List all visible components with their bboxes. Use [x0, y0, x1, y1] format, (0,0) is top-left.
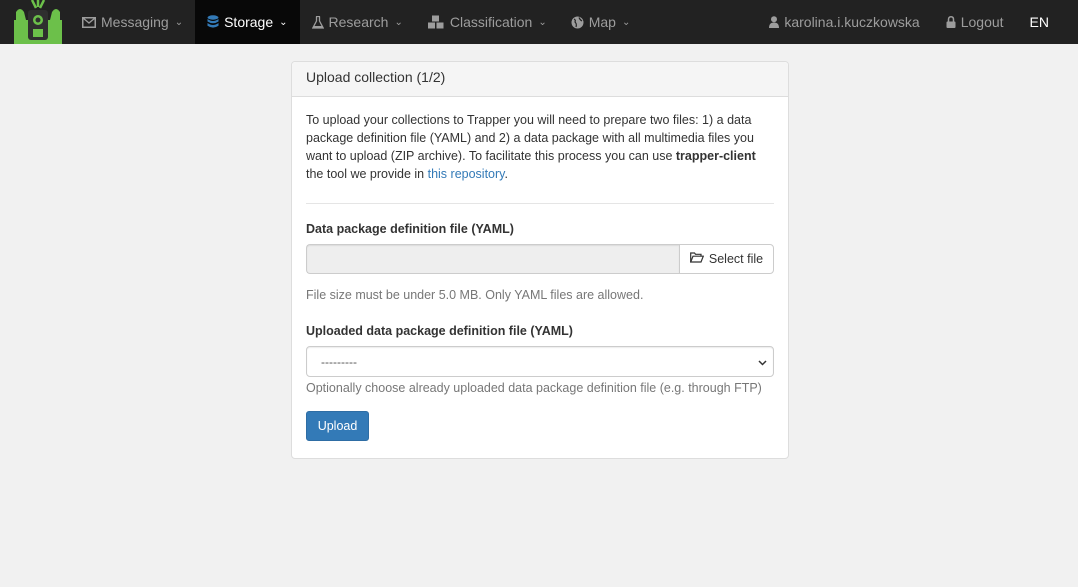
definition-file-input[interactable] — [306, 244, 679, 274]
nav-classification-label: Classification — [449, 14, 533, 30]
chevron-down-icon — [758, 355, 767, 369]
trapper-client-text: trapper-client — [675, 149, 756, 163]
nav-user[interactable]: karolina.i.kuczkowska — [756, 0, 932, 44]
nav-messaging-label: Messaging — [101, 14, 169, 30]
intro-text: To upload your collections to Trapper yo… — [306, 111, 774, 183]
intro-part3: . — [504, 167, 508, 181]
definition-file-field: Select file — [306, 244, 774, 274]
uploaded-file-help: Optionally choose already uploaded data … — [306, 381, 762, 395]
lock-icon — [946, 16, 956, 28]
nav-research[interactable]: Research ⌄ — [300, 0, 415, 44]
nav-messaging[interactable]: Messaging ⌄ — [70, 0, 195, 44]
repository-link[interactable]: this repository — [428, 167, 505, 181]
nav-logout-label: Logout — [960, 14, 1004, 30]
cubes-icon — [427, 15, 445, 29]
upload-collection-panel: Upload collection (1/2) To upload your c… — [291, 61, 789, 459]
uploaded-file-label: Uploaded data package definition file (Y… — [306, 324, 573, 338]
nav-map-label: Map — [588, 14, 616, 30]
nav-map[interactable]: Map ⌄ — [559, 0, 643, 44]
nav-classification[interactable]: Classification ⌄ — [415, 0, 559, 44]
uploaded-file-select[interactable]: --------- — [306, 346, 774, 377]
flask-icon — [311, 15, 324, 29]
upload-button[interactable]: Upload — [306, 411, 369, 441]
nav-research-label: Research — [328, 14, 389, 30]
user-icon — [769, 16, 780, 28]
intro-part2: the tool we provide in — [306, 167, 428, 181]
definition-file-label: Data package definition file (YAML) — [306, 222, 514, 236]
select-file-label: Select file — [708, 252, 764, 266]
chevron-down-icon: ⌄ — [394, 16, 403, 28]
nav-user-label: karolina.i.kuczkowska — [784, 14, 920, 30]
panel-title: Upload collection (1/2) — [292, 62, 788, 97]
navbar-right: karolina.i.kuczkowska Logout EN — [756, 0, 1078, 44]
database-icon — [207, 15, 219, 29]
folder-open-icon — [689, 252, 705, 266]
uploaded-file-selected: --------- — [321, 354, 357, 369]
nav-storage-label: Storage — [224, 14, 274, 30]
nav-logout[interactable]: Logout — [933, 0, 1017, 44]
file-size-help: File size must be under 5.0 MB. Only YAM… — [306, 288, 644, 302]
nav-storage[interactable]: Storage ⌄ — [195, 0, 300, 44]
chevron-down-icon: ⌄ — [621, 16, 631, 28]
language-switcher[interactable]: EN — [1017, 0, 1062, 44]
globe-icon — [571, 16, 584, 29]
trapper-logo[interactable] — [0, 0, 70, 44]
panel-body: To upload your collections to Trapper yo… — [292, 97, 788, 455]
divider — [306, 203, 774, 204]
envelope-icon — [82, 16, 96, 28]
chevron-down-icon: ⌄ — [279, 16, 288, 28]
chevron-down-icon: ⌄ — [538, 16, 547, 28]
select-file-button[interactable]: Select file — [679, 244, 774, 274]
top-navbar: Messaging ⌄ Storage ⌄ Research ⌄ Classif… — [0, 0, 1078, 44]
chevron-down-icon: ⌄ — [174, 16, 184, 28]
